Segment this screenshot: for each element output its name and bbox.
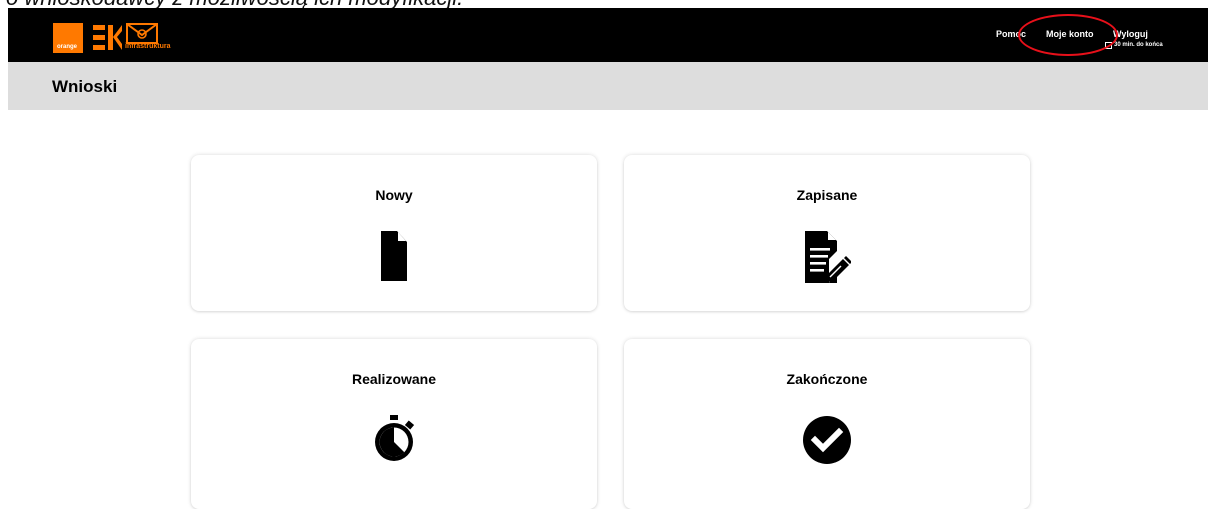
session-timer-text: 30 min. do końca (1114, 42, 1163, 48)
card-completed[interactable]: Zakończone (624, 339, 1030, 509)
document-icon (381, 231, 407, 281)
card-in-progress-label: Realizowane (351, 371, 437, 387)
card-in-progress[interactable]: Realizowane (191, 339, 597, 509)
card-completed-label: Zakończone (786, 371, 868, 387)
top-header: orange infrastruktura Pomoc Moje konto W… (8, 8, 1208, 62)
session-timer: 30 min. do końca (1105, 42, 1163, 49)
my-account-link[interactable]: Moje konto (1046, 29, 1094, 39)
card-saved[interactable]: Zapisane (624, 155, 1030, 311)
timer-checkbox-icon (1105, 42, 1112, 49)
card-saved-label: Zapisane (796, 187, 858, 203)
ek-logo-icon (93, 25, 122, 50)
help-link[interactable]: Pomoc (996, 29, 1026, 39)
document-edit-icon (805, 231, 851, 283)
orange-logo-text: orange (57, 44, 78, 50)
stopwatch-icon (375, 415, 415, 461)
brand-subtitle: infrastruktura (125, 43, 171, 50)
title-bar: Wnioski (8, 62, 1208, 110)
check-circle-icon (803, 416, 851, 464)
orange-logo[interactable]: orange (53, 23, 83, 53)
page-title: Wnioski (52, 77, 118, 96)
logout-link[interactable]: Wyloguj (1113, 29, 1148, 39)
card-new[interactable]: Nowy (191, 155, 597, 311)
card-new-label: Nowy (375, 187, 413, 203)
